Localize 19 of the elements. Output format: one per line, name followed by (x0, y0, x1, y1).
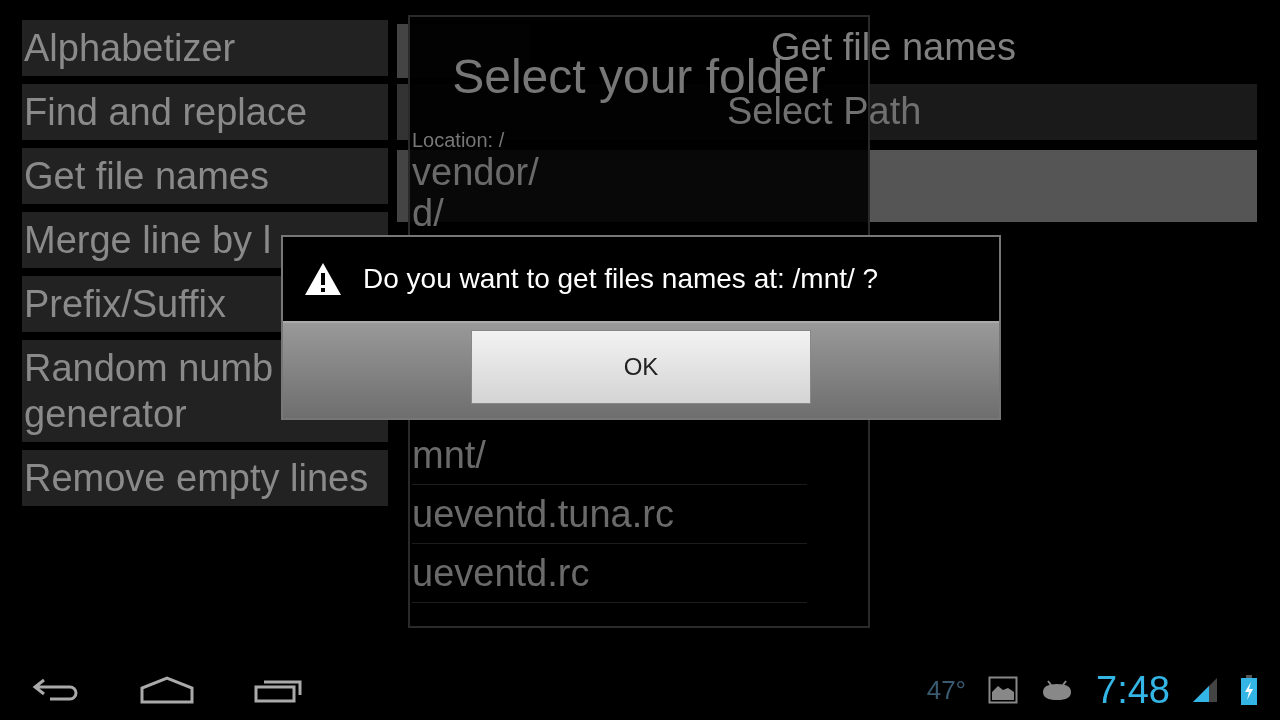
temperature-label: 47° (926, 674, 967, 706)
menu-item[interactable]: Alphabetizer (22, 20, 388, 76)
image-icon[interactable] (988, 676, 1019, 704)
menu-item[interactable]: Get file names (22, 148, 388, 204)
folder-item[interactable]: ueventd.tuna.rc (412, 485, 807, 544)
battery-icon (1240, 675, 1258, 705)
folder-item[interactable]: mnt/ (412, 426, 807, 485)
signal-icon (1192, 677, 1218, 703)
folder-item[interactable]: d/ (412, 194, 807, 232)
folder-item[interactable]: ueventd.rc (412, 544, 807, 603)
home-icon[interactable] (140, 676, 194, 704)
clock: 7:48 (1096, 668, 1170, 712)
menu-item[interactable]: Remove empty lines (22, 450, 388, 506)
folder-item[interactable]: vendor/ (412, 153, 807, 191)
back-icon[interactable] (32, 677, 80, 703)
warning-icon (303, 261, 343, 297)
menu-item[interactable]: Find and replace (22, 84, 388, 140)
ok-button[interactable]: OK (471, 330, 811, 404)
location-label: Location: / (412, 129, 505, 152)
